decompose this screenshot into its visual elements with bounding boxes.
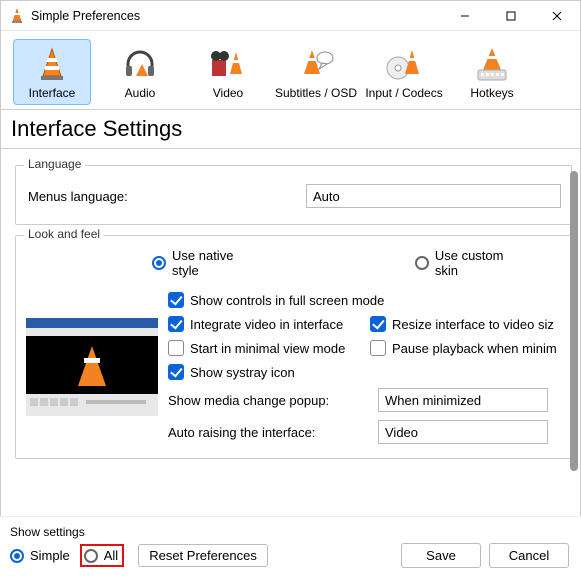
tab-video[interactable]: Video [189,39,267,105]
menus-language-label: Menus language: [26,189,306,204]
checkbox-icon [370,340,386,356]
checkbox-resize-interface[interactable]: Resize interface to video siz [370,316,560,332]
checkbox-pause-minimized[interactable]: Pause playback when minim [370,340,560,356]
close-button[interactable] [534,1,580,31]
checkbox-start-minimal[interactable]: Start in minimal view mode [168,340,358,356]
radio-icon [10,549,24,563]
tab-input-codecs[interactable]: Input / Codecs [365,39,443,105]
checkbox-icon [168,316,184,332]
radio-label: All [104,548,118,563]
disc-cone-icon [386,46,422,82]
group-language: Language Menus language: [15,165,572,225]
checkbox-label: Start in minimal view mode [190,341,345,356]
checkbox-label: Pause playback when minim [392,341,557,356]
checkbox-label: Integrate video in interface [190,317,343,332]
preference-tabs: Interface Audio Video Subtitles / OSD In… [1,31,580,110]
media-change-popup-label: Show media change popup: [168,393,378,408]
tab-label: Hotkeys [470,86,513,100]
settings-scroll-area: Language Menus language: Look and feel U… [1,149,580,481]
radio-show-simple[interactable]: Simple [10,548,70,563]
tab-label: Video [213,86,243,100]
maximize-button[interactable] [488,1,534,31]
tab-label: Input / Codecs [365,86,442,100]
skin-preview-image [26,318,158,416]
highlight-all-radio: All [80,544,124,567]
radio-native-style[interactable]: Use native style [152,248,255,278]
group-title-lookfeel: Look and feel [24,227,104,241]
checkbox-icon [168,340,184,356]
checkbox-systray-icon[interactable]: Show systray icon [168,364,561,380]
tab-subtitles[interactable]: Subtitles / OSD [277,39,355,105]
auto-raising-label: Auto raising the interface: [168,425,378,440]
window-titlebar: Simple Preferences [1,1,580,31]
tab-audio[interactable]: Audio [101,39,179,105]
speech-cone-icon [298,46,334,82]
tab-label: Subtitles / OSD [275,86,357,100]
headphones-icon [122,46,158,82]
radio-icon [415,256,429,270]
checkbox-label: Show controls in full screen mode [190,293,384,308]
checkbox-label: Show systray icon [190,365,295,380]
page-title: Interface Settings [1,110,580,149]
cancel-button[interactable]: Cancel [489,543,569,568]
group-title-language: Language [24,157,85,171]
show-settings-label: Show settings [10,525,569,539]
window-title: Simple Preferences [31,9,442,23]
checkbox-icon [168,364,184,380]
media-change-popup-select[interactable] [378,388,548,412]
radio-icon [152,256,166,270]
tab-interface[interactable]: Interface [13,39,91,105]
bottom-bar: Show settings Simple All Reset Preferenc… [0,516,581,580]
radio-custom-skin[interactable]: Use custom skin [415,248,521,278]
minimize-button[interactable] [442,1,488,31]
tab-hotkeys[interactable]: Hotkeys [453,39,531,105]
radio-show-all[interactable]: All [84,548,118,563]
auto-raising-select[interactable] [378,420,548,444]
radio-icon [84,549,98,563]
group-look-and-feel: Look and feel Use native style Use custo… [15,235,572,459]
tab-label: Interface [29,86,76,100]
radio-label: Use custom skin [435,248,521,278]
radio-label: Simple [30,548,70,563]
checkbox-icon [168,292,184,308]
vertical-scrollbar[interactable] [570,171,578,471]
checkbox-show-controls[interactable]: Show controls in full screen mode [168,292,561,308]
keyboard-cone-icon [474,46,510,82]
save-button[interactable]: Save [401,543,481,568]
checkbox-label: Resize interface to video siz [392,317,554,332]
radio-label: Use native style [172,248,255,278]
interface-cone-icon [34,46,70,82]
tab-label: Audio [125,86,156,100]
checkbox-icon [370,316,386,332]
app-icon [9,8,25,24]
film-cone-icon [210,46,246,82]
checkbox-integrate-video[interactable]: Integrate video in interface [168,316,358,332]
menus-language-select[interactable] [306,184,561,208]
reset-preferences-button[interactable]: Reset Preferences [138,544,268,567]
